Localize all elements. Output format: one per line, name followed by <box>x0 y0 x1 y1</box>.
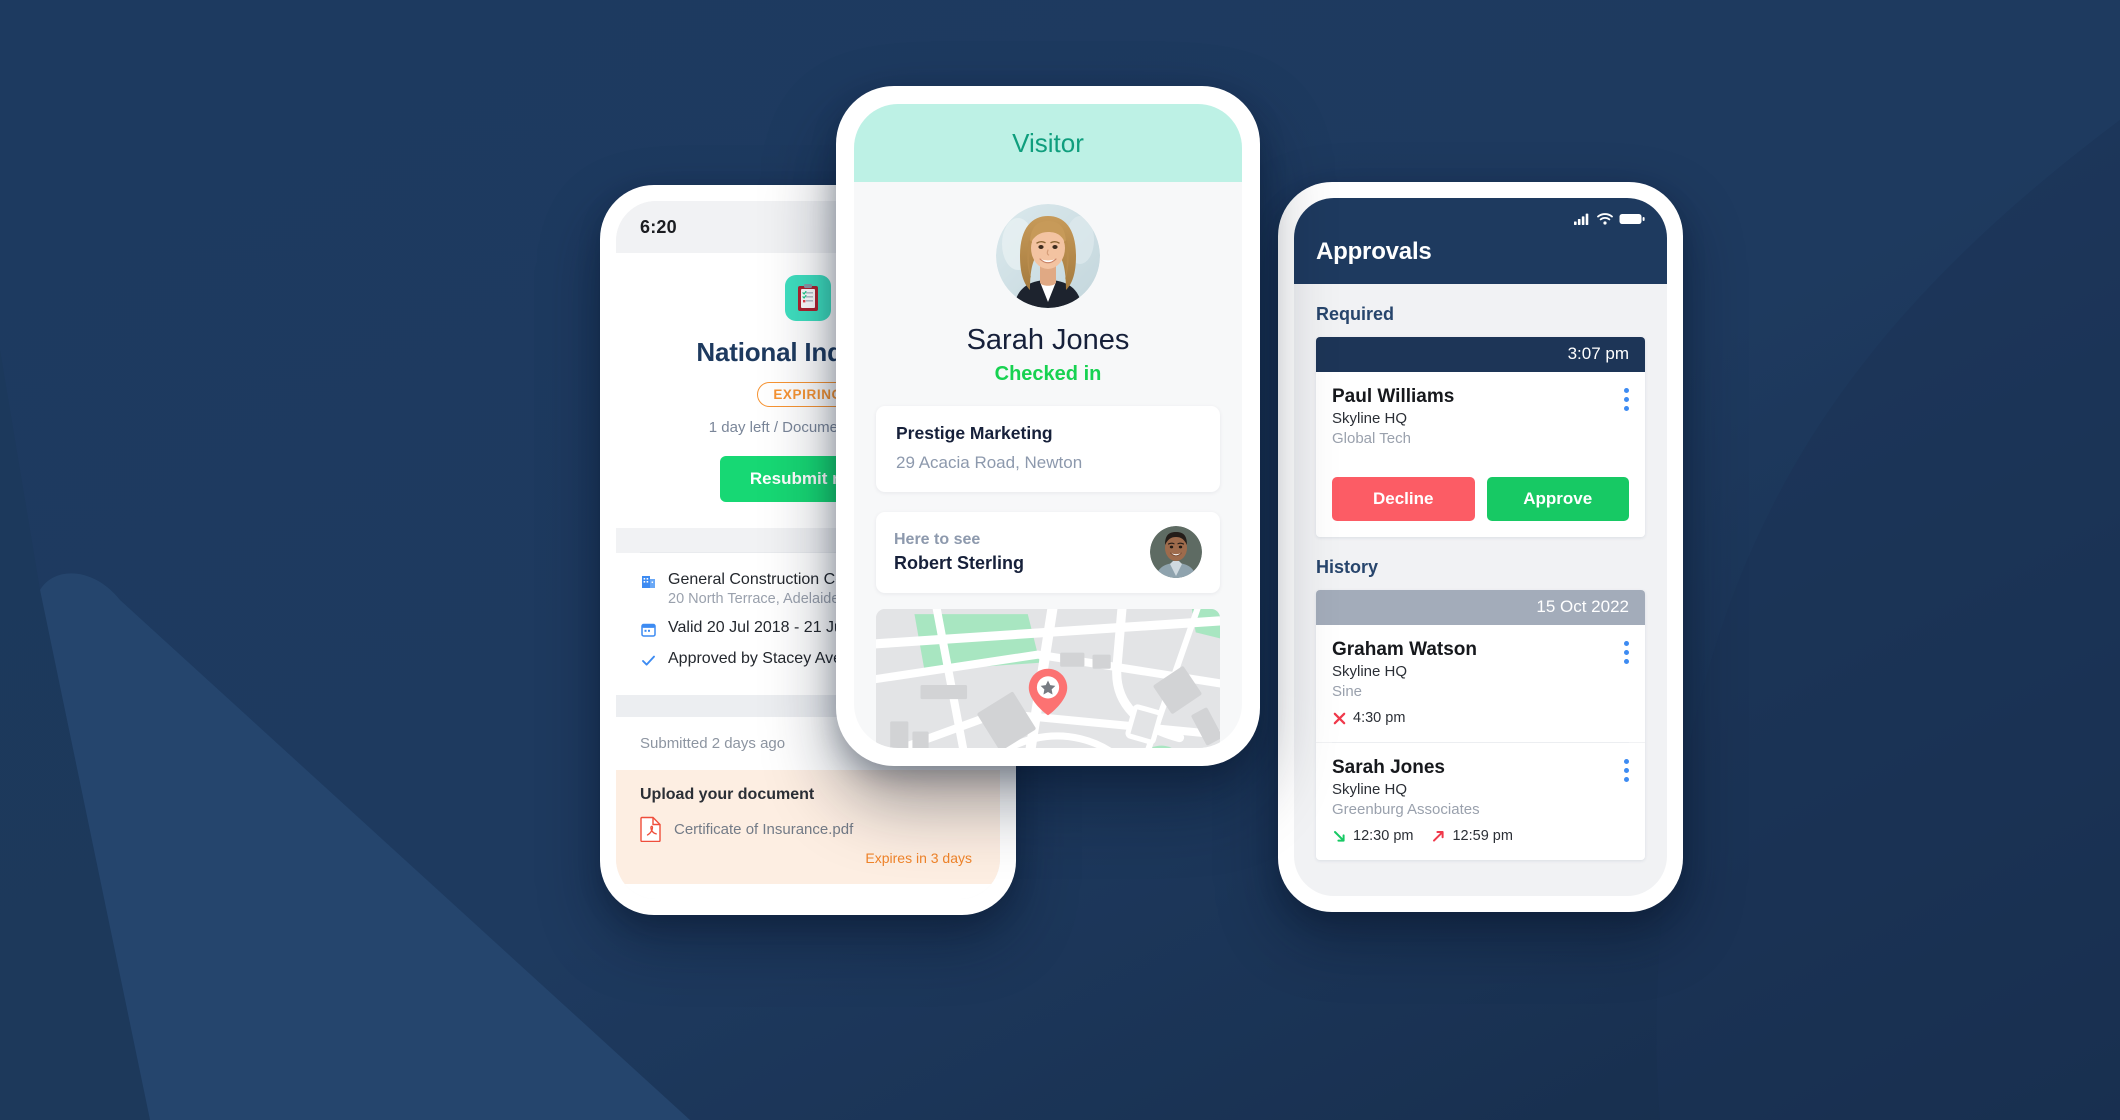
right-phone-screen: Approvals Required 3:07 pm Paul Williams… <box>1294 198 1667 896</box>
visitor-photo <box>996 204 1100 308</box>
history-person-name: Sarah Jones <box>1332 757 1445 778</box>
avatar <box>996 204 1100 308</box>
clipboard-icon <box>785 275 831 321</box>
upload-section[interactable]: Upload your document Certificate of Insu… <box>616 770 1000 884</box>
approval-site: Skyline HQ <box>1332 410 1408 427</box>
host-name: Robert Sterling <box>894 552 1025 573</box>
pdf-icon <box>640 816 662 842</box>
time-entry-out: 12:59 pm <box>1431 828 1513 844</box>
cellular-icon <box>1574 213 1591 225</box>
page-title: Approvals <box>1316 238 1432 265</box>
file-expiry-note: Expires in 3 days <box>865 850 972 866</box>
time-value: 4:30 pm <box>1353 710 1406 726</box>
approval-card: 3:07 pm Paul Williams Skyline HQ Global … <box>1316 337 1645 537</box>
approval-actions: Decline Approve <box>1316 463 1645 537</box>
visitor-avatar-wrap <box>854 204 1242 308</box>
approved-by: Approved by Stacey Avery <box>668 650 856 667</box>
map-graphic <box>876 609 1220 748</box>
right-status-icons <box>1316 208 1645 230</box>
history-date-bar: 15 Oct 2022 <box>1316 590 1645 625</box>
approval-card-body: Paul Williams Skyline HQ Global Tech <box>1316 372 1645 463</box>
left-status-time: 6:20 <box>640 216 677 237</box>
time-entry: 4:30 pm <box>1332 710 1405 726</box>
kebab-menu-icon[interactable] <box>1624 641 1629 664</box>
history-site: Skyline HQ <box>1332 663 1408 680</box>
cross-icon <box>1332 711 1347 726</box>
history-org: Sine <box>1332 683 1363 700</box>
kebab-menu-icon[interactable] <box>1624 759 1629 782</box>
history-card: 15 Oct 2022 Graham Watson Skyline HQ Sin… <box>1316 590 1645 860</box>
visitor-company-name: Prestige Marketing <box>896 423 1053 443</box>
visitor-header: Visitor <box>854 104 1242 182</box>
center-phone-screen: Visitor Sarah Jones Checked in Prestige … <box>854 104 1242 748</box>
history-person-name: Graham Watson <box>1332 639 1477 660</box>
approvals-header: Approvals <box>1294 198 1667 284</box>
history-org: Greenburg Associates <box>1332 801 1480 818</box>
wifi-icon <box>1597 213 1613 225</box>
approve-button[interactable]: Approve <box>1486 477 1629 521</box>
uploaded-file-row[interactable]: Certificate of Insurance.pdf <box>640 816 976 842</box>
host-label: Here to see <box>894 530 981 548</box>
approval-time-bar: 3:07 pm <box>1316 337 1645 372</box>
section-title-history: History <box>1316 557 1379 577</box>
host-text: Here to see Robert Sterling <box>894 531 1024 574</box>
history-item-sarah[interactable]: Sarah Jones Skyline HQ Greenburg Associa… <box>1316 743 1645 860</box>
host-photo <box>1150 526 1202 578</box>
time-entry-in: 12:30 pm <box>1332 828 1413 844</box>
history-site: Skyline HQ <box>1332 781 1408 798</box>
history-item-graham[interactable]: Graham Watson Skyline HQ Sine 4:30 pm <box>1316 625 1645 742</box>
phone-center: Visitor Sarah Jones Checked in Prestige … <box>836 86 1260 766</box>
visitor-header-title: Visitor <box>1012 127 1084 158</box>
check-icon <box>640 652 657 669</box>
arrow-out-icon <box>1431 829 1446 844</box>
history-times: 4:30 pm <box>1332 710 1629 726</box>
decline-button[interactable]: Decline <box>1332 477 1475 521</box>
building-icon <box>640 573 657 590</box>
phone-right: Approvals Required 3:07 pm Paul Williams… <box>1278 182 1683 912</box>
arrow-in-icon <box>1332 829 1347 844</box>
battery-icon <box>1619 213 1645 225</box>
visitor-company-address: 29 Acacia Road, Newton <box>896 453 1083 472</box>
section-title-required: Required <box>1316 304 1395 324</box>
visitor-status: Checked in <box>994 363 1102 385</box>
visitor-company-card: Prestige Marketing 29 Acacia Road, Newto… <box>876 406 1220 492</box>
host-avatar <box>1150 526 1202 578</box>
uploaded-file-name: Certificate of Insurance.pdf <box>674 820 854 838</box>
kebab-menu-icon[interactable] <box>1624 388 1629 411</box>
approval-org: Global Tech <box>1332 430 1411 447</box>
calendar-icon <box>640 621 657 638</box>
upload-title: Upload your document <box>640 786 815 803</box>
history-times: 12:30 pm 12:59 pm <box>1332 828 1629 844</box>
upload-footer <box>616 884 1000 899</box>
time-value: 12:30 pm <box>1353 828 1414 844</box>
location-map[interactable] <box>876 609 1220 748</box>
visitor-name: Sarah Jones <box>966 324 1130 356</box>
approval-person-name: Paul Williams <box>1332 386 1455 407</box>
time-value: 12:59 pm <box>1452 828 1513 844</box>
visitor-host-card: Here to see Robert Sterling <box>876 512 1220 593</box>
